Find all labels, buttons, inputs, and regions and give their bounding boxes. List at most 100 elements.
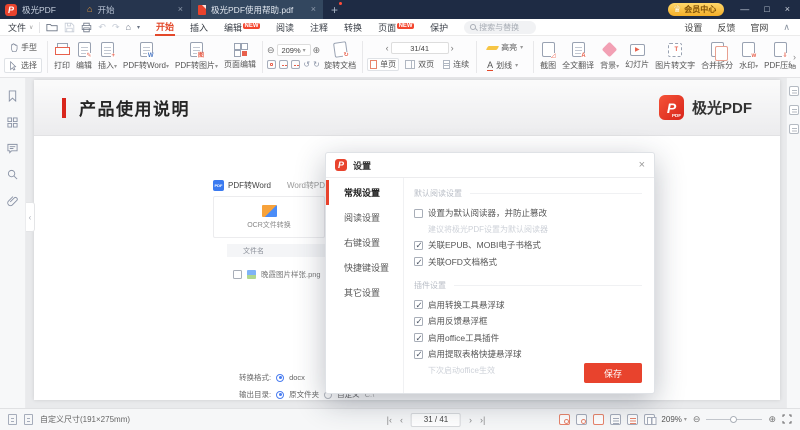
file-menu[interactable]: 文件 ∨	[8, 21, 33, 34]
rotate-right-icon[interactable]: ↻	[313, 60, 320, 69]
close-button[interactable]: ×	[785, 5, 790, 14]
image-to-text-button[interactable]: T 图片转文字	[652, 43, 698, 71]
double-page-button[interactable]: 双页	[402, 58, 437, 71]
dialog-menu-rightclick[interactable]: 右键设置	[326, 230, 403, 255]
tab-read[interactable]: 阅读	[275, 19, 295, 35]
page-next-icon[interactable]	[24, 414, 33, 425]
tab-edit[interactable]: 编辑NEW	[223, 19, 261, 35]
merge-split-button[interactable]: 合并拆分	[698, 42, 736, 71]
minimize-button[interactable]: —	[740, 5, 749, 14]
epub-mobi-option[interactable]: 关联EPUB、MOBI电子书格式	[414, 239, 642, 251]
screenshot-button[interactable]: ◿ 截图	[537, 42, 559, 71]
zoom-out-icon[interactable]: ⊖	[693, 414, 701, 425]
convert-ball-option[interactable]: 启用转换工具悬浮球	[414, 299, 642, 311]
view-mode-2-icon[interactable]	[576, 414, 587, 425]
dialog-menu-general[interactable]: 常规设置	[326, 180, 403, 205]
print-icon[interactable]	[81, 22, 92, 33]
view-mode-3-icon[interactable]	[593, 414, 604, 425]
comment-quick-icon[interactable]	[789, 105, 799, 115]
document-tab[interactable]: 极光PDF使用帮助.pdf ×	[191, 0, 323, 19]
tab-annotate[interactable]: 注释	[309, 19, 329, 35]
dialog-menu-reading[interactable]: 阅读设置	[326, 205, 403, 230]
redo-icon[interactable]: ↷	[112, 22, 120, 33]
translate-button[interactable]: A 全文翻译	[559, 42, 597, 71]
more-icon[interactable]: ▾	[137, 24, 140, 31]
save-icon[interactable]	[64, 22, 75, 33]
home-view-icon[interactable]: ⌂	[126, 22, 131, 32]
dialog-menu-shortcut[interactable]: 快捷键设置	[326, 255, 403, 280]
single-page-button[interactable]: 单页	[367, 58, 399, 71]
last-page-icon[interactable]: ›|	[480, 415, 485, 425]
checkbox-checked[interactable]	[414, 317, 423, 326]
next-page-icon[interactable]: ›	[469, 415, 472, 425]
actual-size-icon[interactable]	[267, 60, 276, 69]
print-button[interactable]: 打印	[51, 43, 73, 71]
zoom-out-icon[interactable]: ⊖	[267, 45, 275, 56]
home-tab[interactable]: ⌂ 开始 ×	[80, 0, 190, 19]
save-button[interactable]: 保存	[584, 363, 642, 383]
next-page-icon[interactable]: ›	[451, 43, 454, 53]
tab-page[interactable]: 页面NEW	[377, 19, 415, 35]
watermark-button[interactable]: w 水印▾	[736, 42, 761, 71]
website-link[interactable]: 官网	[750, 21, 768, 34]
zoom-in-icon[interactable]: ⊕	[313, 45, 321, 56]
page-quick-icon[interactable]	[789, 124, 799, 134]
hand-tool-button[interactable]: 手型	[4, 40, 42, 55]
first-page-icon[interactable]: |‹	[387, 415, 392, 425]
zoom-slider[interactable]	[706, 419, 762, 420]
settings-link[interactable]: 设置	[684, 21, 702, 34]
feedback-link[interactable]: 反馈	[717, 21, 735, 34]
thumbnails-icon[interactable]	[7, 117, 18, 128]
dialog-menu-other[interactable]: 其它设置	[326, 280, 403, 305]
select-tool-button[interactable]: 选择	[4, 58, 42, 73]
pdf-to-word-button[interactable]: W PDF转Word▾	[120, 42, 172, 71]
annotate-quick-icon[interactable]	[789, 86, 799, 96]
office-plugin-option[interactable]: 启用office工具插件	[414, 332, 642, 344]
page-prev-icon[interactable]	[8, 414, 17, 425]
checkbox-checked[interactable]	[414, 241, 423, 250]
undo-icon[interactable]: ↶	[98, 22, 106, 33]
zoom-display[interactable]: 209%▾	[661, 415, 686, 424]
prev-page-icon[interactable]: ‹	[400, 415, 403, 425]
rotate-doc-button[interactable]: ↻ 旋转文档	[321, 42, 359, 71]
statusbar-page-input[interactable]: 31 / 41	[411, 413, 461, 427]
zoom-level-input[interactable]: 209%▾	[277, 44, 311, 56]
pdf-to-image-button[interactable]: 图 PDF转图片▾	[172, 42, 221, 71]
checkbox-checked[interactable]	[414, 350, 423, 359]
feedback-ball-option[interactable]: 启用反馈悬浮框	[414, 315, 642, 327]
sidebar-collapse-handle[interactable]: ‹	[26, 202, 35, 232]
tab-start[interactable]: 开始	[155, 18, 175, 36]
fit-page-icon[interactable]	[291, 60, 300, 69]
default-reader-option[interactable]: 设置为默认阅读器，并防止篡改	[414, 207, 642, 219]
open-file-icon[interactable]	[46, 21, 58, 33]
zoom-in-icon[interactable]: ⊕	[768, 414, 776, 425]
tab-convert[interactable]: 转换	[343, 19, 363, 35]
collapse-ribbon-icon[interactable]: ∧	[783, 22, 790, 33]
zoom-slider-knob[interactable]	[730, 416, 737, 423]
table-extract-option[interactable]: 启用提取表格快捷悬浮球	[414, 348, 642, 360]
tab-insert[interactable]: 插入	[189, 19, 209, 35]
checkbox-checked[interactable]	[414, 300, 423, 309]
highlight-button[interactable]: 高亮 ▾	[482, 40, 528, 55]
slideshow-button[interactable]: ▶ 幻灯片	[622, 44, 652, 70]
page-number-input[interactable]: 31/41	[391, 42, 449, 54]
maximize-button[interactable]: □	[764, 5, 769, 14]
search-panel-icon[interactable]	[7, 169, 18, 180]
underline-button[interactable]: A 划线 ▾	[482, 58, 528, 73]
attachment-icon[interactable]	[7, 195, 18, 207]
view-mode-6-icon[interactable]	[644, 414, 655, 425]
continuous-button[interactable]: 连续	[440, 58, 472, 71]
page-edit-button[interactable]: 页面编辑	[221, 43, 259, 70]
background-button[interactable]: 背景▾	[597, 42, 622, 71]
checkbox-unchecked[interactable]	[414, 209, 423, 218]
close-tab-icon[interactable]: ×	[178, 5, 183, 14]
toolbar-expand-icon[interactable]: ›	[791, 50, 798, 64]
new-tab-button[interactable]: +	[331, 4, 338, 16]
view-mode-4-icon[interactable]	[610, 414, 621, 425]
comment-icon[interactable]	[7, 143, 18, 154]
bookmark-icon[interactable]	[7, 90, 18, 102]
edit-button[interactable]: ✎ 编辑	[73, 42, 95, 71]
fit-width-icon[interactable]	[279, 60, 288, 69]
insert-button[interactable]: + 插入▾	[95, 42, 120, 71]
ofd-option[interactable]: 关联OFD文档格式	[414, 256, 642, 268]
